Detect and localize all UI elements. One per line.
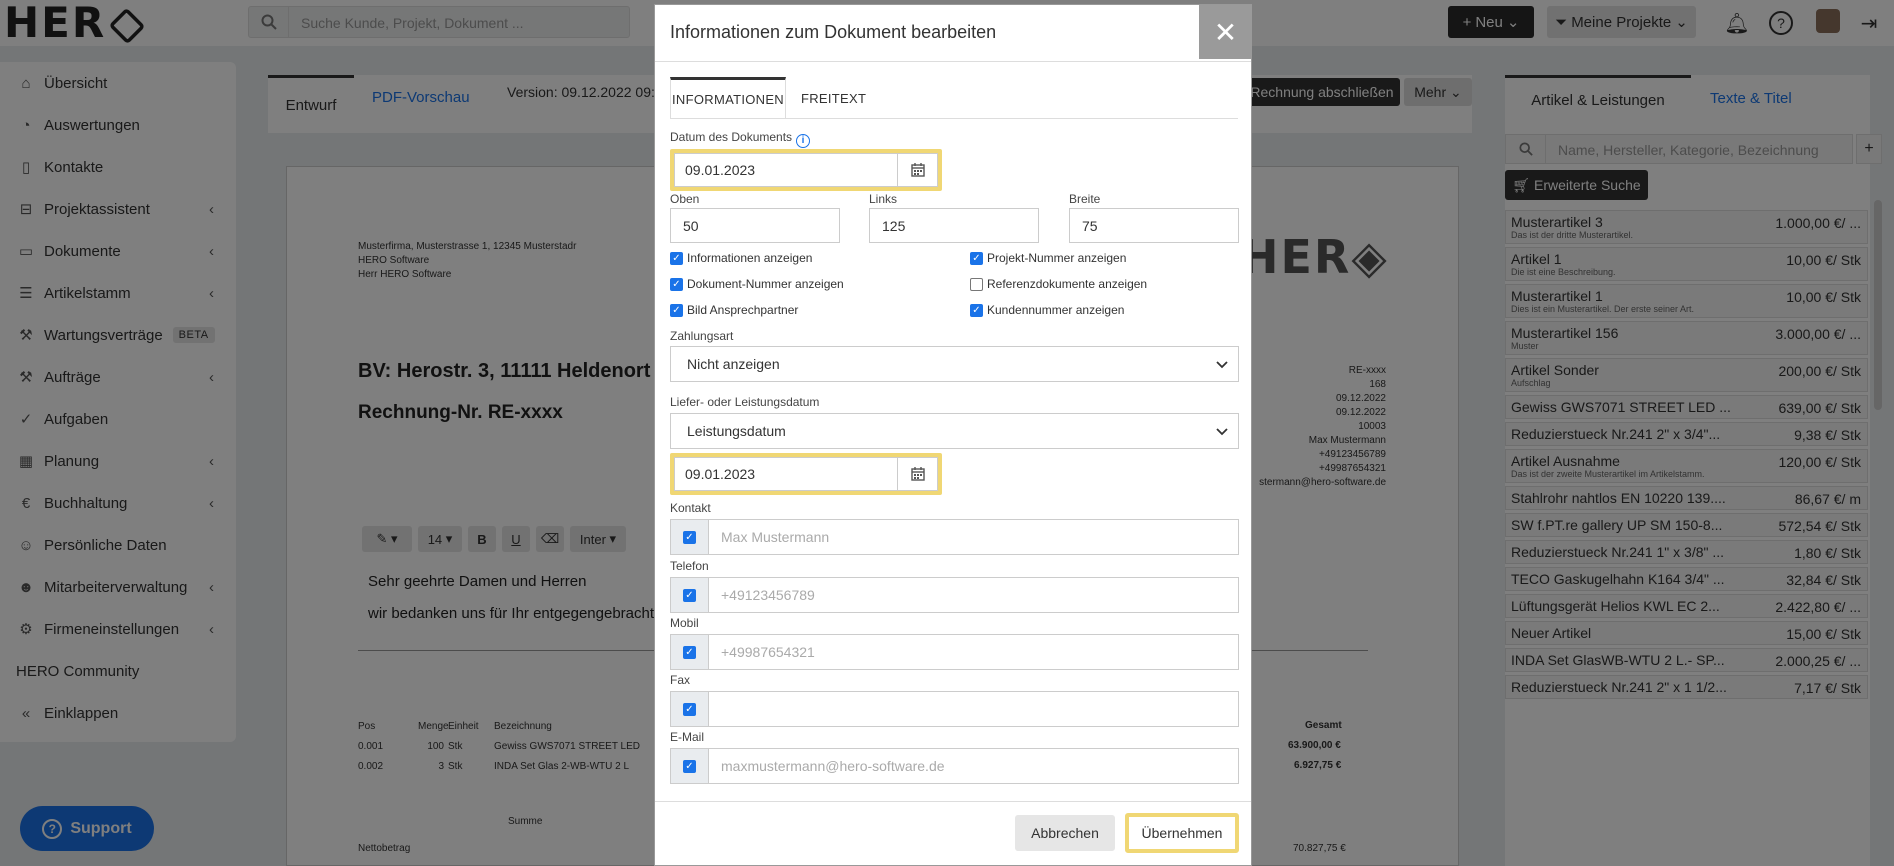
delivery-value: Leistungsdatum [687, 423, 786, 439]
checkbox-label: Bild Ansprechpartner [687, 303, 799, 317]
payment-label: Zahlungsart [670, 329, 734, 343]
checkbox-label: Projekt-Nummer anzeigen [987, 251, 1127, 265]
chevron-down-icon [1216, 356, 1228, 372]
close-icon: ✕ [1213, 16, 1238, 48]
fax-label: Fax [670, 673, 691, 687]
close-button[interactable]: ✕ [1199, 5, 1252, 59]
oben-label: Oben [670, 192, 700, 206]
checkbox-label: Dokument-Nummer anzeigen [687, 277, 844, 291]
checkbox-informationen[interactable]: ✓ Informationen anzeigen [670, 251, 812, 265]
checkbox-projekt-nummer[interactable]: ✓ Projekt-Nummer anzeigen [970, 251, 1126, 265]
cancel-button[interactable]: Abbrechen [1015, 815, 1115, 851]
checkbox-checked-icon[interactable]: ✓ [683, 759, 696, 773]
delivery-select[interactable]: Leistungsdatum [670, 413, 1239, 449]
oben-input[interactable]: 50 [670, 208, 840, 243]
checkbox-checked-icon[interactable]: ✓ [683, 702, 696, 716]
phone-checkbox[interactable]: ✓ [671, 578, 709, 612]
phone-label: Telefon [670, 559, 709, 573]
calendar-icon[interactable] [897, 154, 937, 186]
payment-value: Nicht anzeigen [687, 356, 780, 372]
date-label-row: Datum des Dokuments i [670, 130, 811, 148]
fax-checkbox[interactable]: ✓ [671, 692, 709, 726]
tab-underline [670, 118, 1238, 119]
mobile-field[interactable]: ✓ +49987654321 [670, 634, 1239, 670]
tab-informationen[interactable]: INFORMATIONEN [670, 77, 786, 118]
links-label: Links [869, 192, 898, 206]
modal-title: Informationen zum Dokument bearbeiten [670, 22, 997, 42]
fax-value[interactable] [709, 692, 1238, 726]
checkbox-label: Informationen anzeigen [687, 251, 813, 265]
checkbox-dokument-nummer[interactable]: ✓ Dokument-Nummer anzeigen [670, 277, 844, 291]
checkbox-unchecked-icon[interactable] [970, 277, 983, 291]
payment-select[interactable]: Nicht anzeigen [670, 346, 1239, 382]
checkbox-label: Referenzdokumente anzeigen [987, 277, 1148, 291]
phone-field[interactable]: ✓ +49123456789 [670, 577, 1239, 613]
checkbox-checked-icon[interactable]: ✓ [970, 303, 983, 317]
tab-freitext[interactable]: FREITEXT [801, 91, 866, 106]
modal-footer-divider [655, 801, 1251, 802]
checkbox-checked-icon[interactable]: ✓ [683, 530, 696, 544]
email-label: E-Mail [670, 730, 705, 744]
email-checkbox[interactable]: ✓ [671, 749, 709, 783]
breite-label: Breite [1069, 192, 1101, 206]
apply-button[interactable]: Übernehmen [1125, 813, 1239, 853]
date-label: Datum des Dokuments [670, 130, 793, 144]
checkbox-checked-icon[interactable]: ✓ [670, 277, 683, 291]
delivery-label: Liefer- oder Leistungsdatum [670, 395, 820, 409]
checkbox-checked-icon[interactable]: ✓ [670, 251, 683, 265]
mobile-value[interactable]: +49987654321 [709, 635, 1238, 669]
mobile-checkbox[interactable]: ✓ [671, 635, 709, 669]
divider [655, 61, 1251, 62]
checkbox-checked-icon[interactable]: ✓ [670, 303, 683, 317]
calendar-icon[interactable] [897, 458, 937, 490]
document-date-value[interactable]: 09.01.2023 [675, 154, 897, 186]
contact-checkbox[interactable]: ✓ [671, 520, 709, 554]
links-input[interactable]: 125 [869, 208, 1039, 243]
info-icon[interactable]: i [796, 134, 811, 148]
breite-input[interactable]: 75 [1069, 208, 1239, 243]
contact-field[interactable]: ✓ Max Mustermann [670, 519, 1239, 555]
checkbox-referenzdokumente[interactable]: Referenzdokumente anzeigen [970, 277, 1147, 291]
checkbox-kundennummer[interactable]: ✓ Kundennummer anzeigen [970, 303, 1124, 317]
chevron-down-icon [1216, 423, 1228, 439]
contact-value[interactable]: Max Mustermann [709, 520, 1238, 554]
checkbox-bild-ansprechpartner[interactable]: ✓ Bild Ansprechpartner [670, 303, 798, 317]
contact-label: Kontakt [670, 501, 711, 515]
checkbox-checked-icon[interactable]: ✓ [683, 588, 696, 602]
checkbox-checked-icon[interactable]: ✓ [970, 251, 983, 265]
document-date-field[interactable]: 09.01.2023 [674, 153, 938, 187]
delivery-date-field[interactable]: 09.01.2023 [674, 457, 938, 491]
fax-field[interactable]: ✓ [670, 691, 1239, 727]
checkbox-label: Kundennummer anzeigen [987, 303, 1125, 317]
email-value[interactable]: maxmustermann@hero-software.de [709, 749, 1238, 783]
checkbox-checked-icon[interactable]: ✓ [683, 645, 696, 659]
mobile-label: Mobil [670, 616, 699, 630]
delivery-date-value[interactable]: 09.01.2023 [675, 458, 897, 490]
phone-value[interactable]: +49123456789 [709, 578, 1238, 612]
email-field[interactable]: ✓ maxmustermann@hero-software.de [670, 748, 1239, 784]
document-info-modal: Informationen zum Dokument bearbeiten ✕ … [654, 4, 1252, 866]
